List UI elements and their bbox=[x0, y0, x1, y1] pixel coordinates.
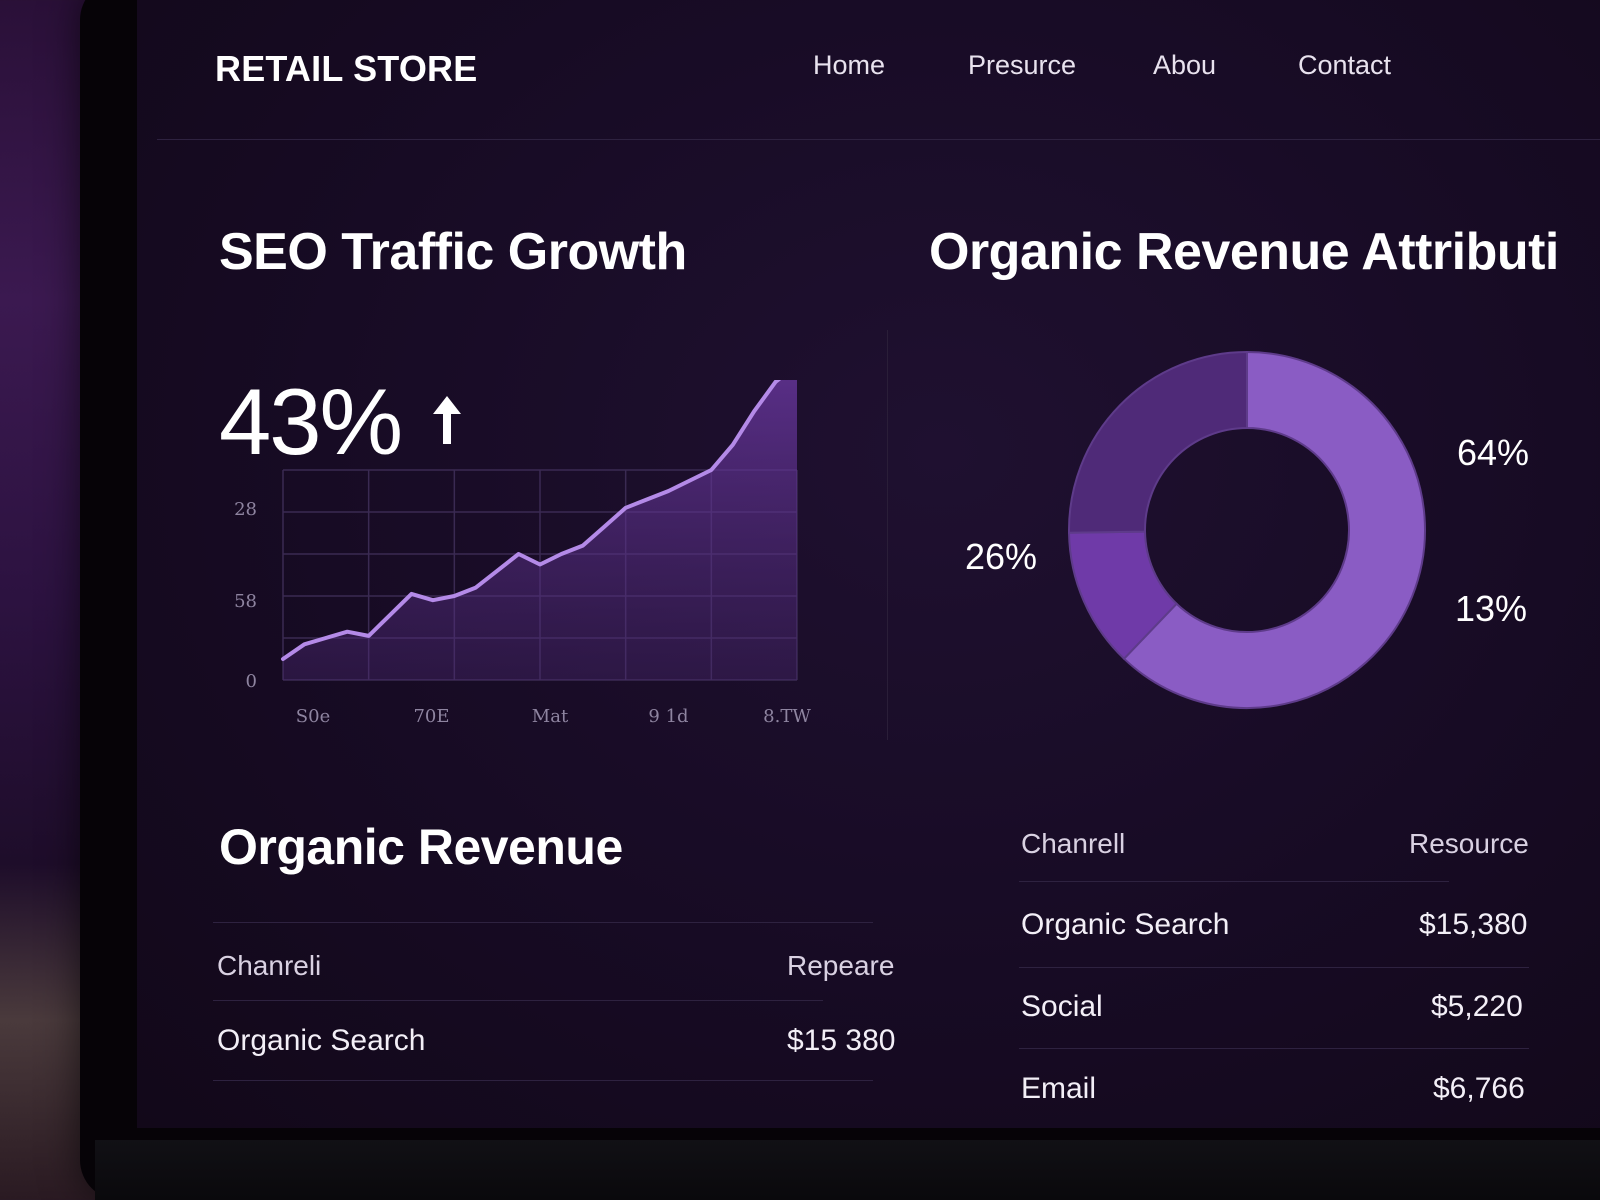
y-tick-label: 0 bbox=[246, 671, 257, 692]
traffic-line-chart: 0 58 28 S0e 70E Mat 9 1d 8.TW bbox=[234, 380, 811, 727]
resource-header-value: Resource bbox=[1409, 828, 1529, 859]
nav-contact[interactable]: Contact bbox=[1298, 50, 1391, 81]
revenue-table-top-rule bbox=[213, 922, 873, 923]
revenue-header-channel: Chanreli bbox=[217, 950, 322, 981]
x-tick-label: S0e bbox=[296, 706, 330, 727]
revenue-header-value: Repeare bbox=[787, 950, 895, 981]
nav-abou[interactable]: Abou bbox=[1153, 50, 1216, 81]
seo-traffic-title: SEO Traffic Growth bbox=[219, 223, 687, 281]
x-tick-label: Mat bbox=[532, 706, 569, 727]
nav-presurce[interactable]: Presurce bbox=[968, 50, 1076, 81]
resource-row-value-2: $5,220 bbox=[1431, 990, 1523, 1023]
revenue-row-rule bbox=[213, 1080, 873, 1081]
revenue-row-channel: Organic Search bbox=[217, 1024, 426, 1057]
resource-row-channel-3: Email bbox=[1021, 1072, 1097, 1105]
revenue-row-value: $15 380 bbox=[787, 1024, 896, 1057]
attribution-title: Organic Revenue Attributi bbox=[929, 223, 1559, 281]
device-bottom-edge bbox=[95, 1140, 1600, 1200]
resource-header-rule bbox=[1019, 881, 1449, 882]
organic-revenue-title: Organic Revenue bbox=[219, 819, 623, 875]
donut-slice-26 bbox=[1068, 350, 1248, 534]
brand-logo[interactable]: RETAIL STORE bbox=[215, 48, 477, 90]
slice-label-13: 13% bbox=[1455, 588, 1528, 629]
x-tick-label: 9 1d bbox=[648, 706, 688, 727]
resource-row-channel-2: Social bbox=[1021, 990, 1103, 1023]
section-divider bbox=[887, 330, 888, 740]
header-divider bbox=[157, 139, 1600, 140]
resource-header-channel: Chanrell bbox=[1021, 828, 1126, 859]
resource-row-value-1: $15,380 bbox=[1419, 908, 1528, 941]
slice-label-64: 64% bbox=[1457, 432, 1530, 473]
slice-label-26: 26% bbox=[965, 536, 1038, 577]
resource-row-channel-1: Organic Search bbox=[1021, 908, 1230, 941]
x-tick-label: 70E bbox=[413, 706, 449, 727]
resource-row-rule-1 bbox=[1019, 967, 1529, 968]
y-tick-label: 58 bbox=[234, 591, 257, 612]
revenue-header-rule bbox=[213, 1000, 823, 1001]
nav-home[interactable]: Home bbox=[813, 50, 885, 81]
resource-row-rule-2 bbox=[1019, 1048, 1529, 1049]
resource-row-value-3: $6,766 bbox=[1433, 1072, 1525, 1105]
x-tick-label: 8.TW bbox=[763, 706, 811, 727]
dashboard-screen: RETAIL STORE Home Presurce Abou Contact … bbox=[137, 0, 1600, 1128]
y-tick-label: 28 bbox=[234, 499, 257, 520]
attribution-donut-chart bbox=[1068, 350, 1426, 709]
